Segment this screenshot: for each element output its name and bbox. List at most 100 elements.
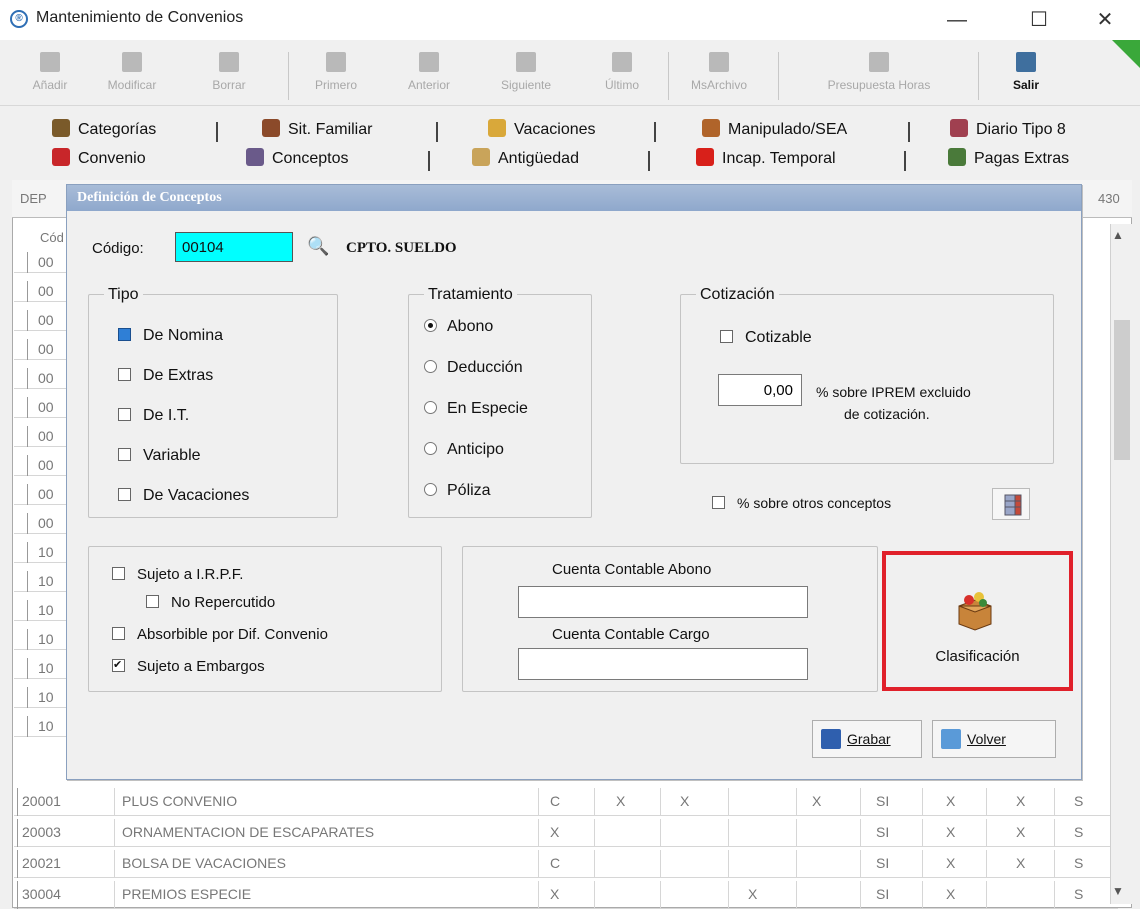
concept-list-icon[interactable] [992,488,1030,520]
table-row[interactable]: 20001 PLUS CONVENIO C X X X SI X X S [14,788,1118,816]
row-indicator[interactable] [14,819,18,847]
tab-manipulado-sea[interactable]: Manipulado/SEA [702,117,847,143]
table-row[interactable]: 20021 BOLSA DE VACACIONES C SI X X S [14,850,1118,878]
flag-checkbox-0[interactable]: Sujeto a I.R.P.F. [112,566,243,583]
minimize-button[interactable]: — [934,4,980,36]
search-icon[interactable]: 🔍 [307,236,329,257]
row-indicator[interactable] [14,571,28,592]
scroll-up-icon[interactable]: ▲ [1112,228,1124,242]
table-row[interactable]: 30004 PREMIOS ESPECIE X X SI X S [14,881,1118,909]
cell-divider [114,850,115,878]
radio-icon[interactable] [424,442,437,455]
row-indicator[interactable] [14,455,28,476]
code-input[interactable] [175,232,293,262]
row-indicator[interactable] [14,850,18,878]
first-icon [326,52,346,72]
checkbox-icon[interactable] [112,627,125,640]
grid-row-stub: 00 [14,426,74,447]
modify-button[interactable]: Modificar [102,48,162,104]
checkbox-icon[interactable] [118,408,131,421]
row-indicator[interactable] [14,881,18,909]
save-button[interactable]: Grabar [812,720,922,758]
maximize-button[interactable]: ☐ [1016,4,1062,36]
row-indicator[interactable] [14,600,28,621]
add-button[interactable]: Añadir [30,48,70,104]
row-indicator[interactable] [14,368,28,389]
tratamiento-radio-1[interactable]: Deducción [424,359,523,377]
tab-vacaciones[interactable]: Vacaciones [488,117,596,143]
checkbox-icon[interactable] [118,448,131,461]
row-indicator[interactable] [14,788,18,816]
checkbox-icon[interactable] [146,595,159,608]
checkbox-icon[interactable] [112,567,125,580]
cell-divider [796,788,797,816]
row-indicator[interactable] [14,658,28,679]
tratamiento-radio-2[interactable]: En Especie [424,400,528,418]
close-button[interactable]: ✕ [1082,4,1128,36]
checkbox-icon[interactable] [712,496,725,509]
previous-button[interactable]: Anterior [398,48,460,104]
flag-checkbox-3[interactable]: Sujeto a Embargos [112,658,265,675]
tab-pagas-extras[interactable]: Pagas Extras [948,146,1069,172]
row-indicator[interactable] [14,629,28,650]
delete-button[interactable]: Borrar [200,48,258,104]
tab-convenio[interactable]: Convenio [52,146,146,172]
row-indicator[interactable] [14,484,28,505]
tab-categorias[interactable]: Categorías [52,117,156,143]
tratamiento-radio-4[interactable]: Póliza [424,482,491,500]
row-indicator[interactable] [14,426,28,447]
other-concepts-checkbox[interactable]: % sobre otros conceptos [712,495,891,511]
tipo-checkbox-2[interactable]: De I.T. [118,407,189,425]
grid-row-stub: 00 [14,484,74,505]
credit-account-input[interactable] [518,586,808,618]
modify-label: Modificar [107,78,157,92]
row-indicator[interactable] [14,339,28,360]
back-button[interactable]: Volver [932,720,1056,758]
tipo-checkbox-1[interactable]: De Extras [118,367,213,385]
cell-divider [114,788,115,816]
checkbox-icon[interactable] [112,659,125,672]
row-indicator[interactable] [14,281,28,302]
radio-icon[interactable] [424,319,437,332]
flag-checkbox-2[interactable]: Absorbible por Dif. Convenio [112,626,328,643]
first-button[interactable]: Primero [306,48,366,104]
scroll-down-icon[interactable]: ▼ [1112,884,1124,898]
tab-diario-tipo-8[interactable]: Diario Tipo 8 [950,117,1066,143]
exit-button[interactable]: Salir [1000,48,1052,104]
tratamiento-radio-0[interactable]: Abono [424,318,493,336]
last-button[interactable]: Último [592,48,652,104]
tab-antiguedad[interactable]: Antigüedad [472,146,579,172]
iprem-percentage-input[interactable] [718,374,802,406]
row-indicator[interactable] [14,542,28,563]
tipo-checkbox-0[interactable]: De Nomina [118,327,223,345]
cell-name: PREMIOS ESPECIE [122,886,252,902]
radio-icon[interactable] [424,483,437,496]
tab-incap-temporal[interactable]: Incap. Temporal [696,146,836,172]
tratamiento-radio-3[interactable]: Anticipo [424,441,504,459]
debit-account-input[interactable] [518,648,808,680]
radio-icon[interactable] [424,360,437,373]
flag-checkbox-1[interactable]: No Repercutido [146,594,275,611]
checkbox-icon[interactable] [118,368,131,381]
tab-conceptos[interactable]: Conceptos [246,146,349,172]
checkbox-icon[interactable] [720,330,733,343]
checkbox-icon[interactable] [118,328,131,341]
cell-c5: X [812,793,822,809]
tipo-checkbox-4[interactable]: De Vacaciones [118,487,249,505]
tipo-checkbox-3[interactable]: Variable [118,447,201,465]
checkbox-icon[interactable] [118,488,131,501]
row-indicator[interactable] [14,397,28,418]
hours-budget-button[interactable]: Presupuesta Horas [798,48,960,104]
row-indicator[interactable] [14,252,28,273]
radio-icon[interactable] [424,401,437,414]
attach-file-button[interactable]: MsArchivo [682,48,756,104]
row-indicator[interactable] [14,687,28,708]
tab-sit-familiar[interactable]: Sit. Familiar [262,117,372,143]
row-indicator[interactable] [14,513,28,534]
next-button[interactable]: Siguiente [492,48,560,104]
cotizable-checkbox[interactable]: Cotizable [720,329,812,347]
table-row[interactable]: 20003 ORNAMENTACION DE ESCAPARATES X SI X X S [14,819,1118,847]
row-indicator[interactable] [14,716,28,737]
scroll-thumb[interactable] [1114,320,1130,460]
row-indicator[interactable] [14,310,28,331]
